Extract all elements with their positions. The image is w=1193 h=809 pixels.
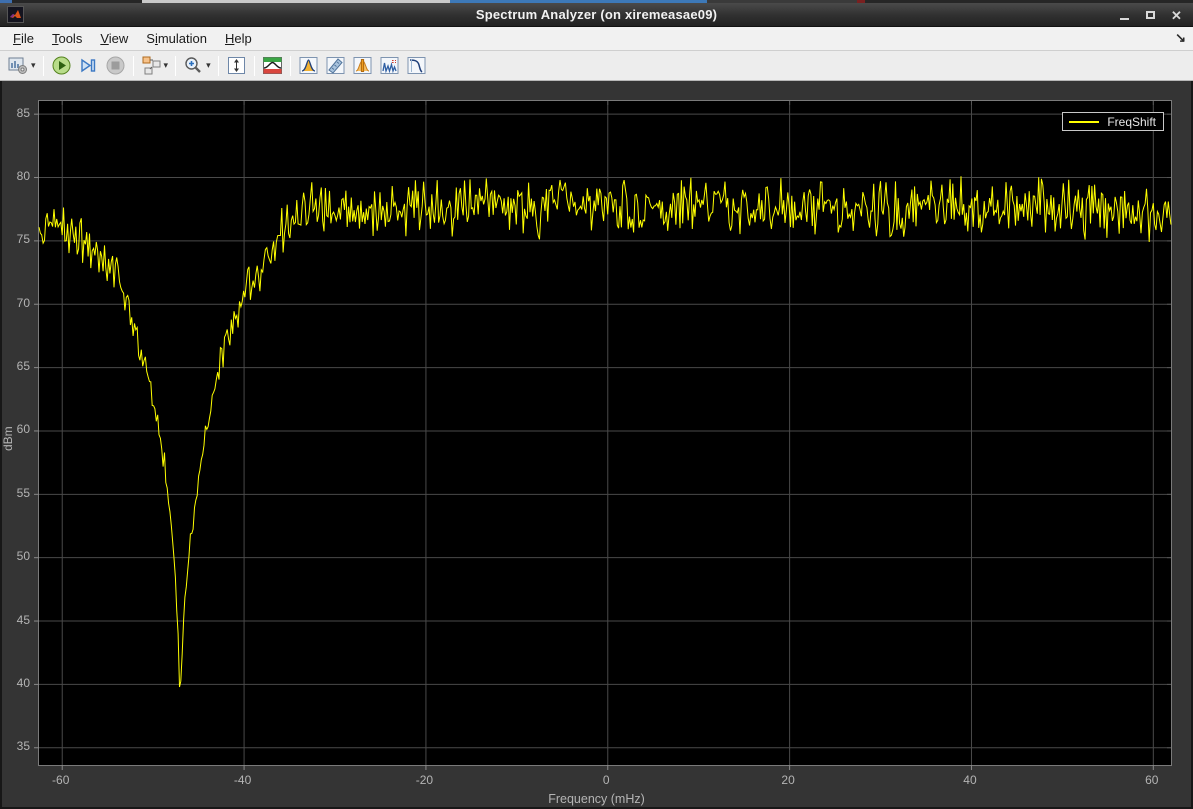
distortion-measurements-button[interactable]: [377, 53, 402, 79]
spectrum-trace: [39, 176, 1171, 687]
spectrum-settings-button[interactable]: [260, 53, 285, 79]
fit-axes-button[interactable]: [224, 53, 249, 79]
y-tick-label: 65: [2, 359, 30, 373]
configuration-icon: [8, 55, 29, 76]
y-tick-label: 60: [2, 422, 30, 436]
run-button[interactable]: [49, 53, 74, 79]
menu-item-view[interactable]: View: [91, 28, 137, 49]
menu-item-file[interactable]: File: [4, 28, 43, 49]
window-controls: ✕: [1116, 3, 1185, 27]
spectrum-analyzer-window: Spectrum Analyzer (on xiremeasae09) ✕ Fi…: [0, 0, 1193, 809]
legend[interactable]: FreqShift: [1062, 112, 1164, 131]
configuration-button[interactable]: ▾: [6, 53, 38, 79]
x-tick-label: 20: [781, 773, 794, 787]
stop-icon: [105, 55, 126, 76]
y-tick-label: 35: [2, 739, 30, 753]
x-tick-label: 0: [603, 773, 610, 787]
x-axis-label: Frequency (mHz): [2, 792, 1191, 806]
menu-item-simulation[interactable]: Simulation: [137, 28, 216, 49]
channel-measurements-icon: [352, 55, 373, 76]
dropdown-caret-icon: ▾: [31, 60, 36, 71]
stop-button[interactable]: [103, 53, 128, 79]
close-button[interactable]: ✕: [1168, 8, 1185, 23]
menu-item-tools[interactable]: Tools: [43, 28, 91, 49]
toolbar-separator: [218, 56, 219, 76]
distortion-measurements-icon: [379, 55, 400, 76]
toolbar: ▾ ▾ ▾: [0, 51, 1193, 81]
dropdown-caret-icon: ▾: [164, 60, 169, 71]
minimize-button[interactable]: [1116, 8, 1133, 23]
channel-measurements-button[interactable]: [350, 53, 375, 79]
peak-finder-button[interactable]: [296, 53, 321, 79]
minimize-icon: [1120, 18, 1129, 20]
y-tick-label: 45: [2, 613, 30, 627]
x-tick-label: 40: [963, 773, 976, 787]
figure-background: dBm FreqShift -60 -40 -20 0 20 40 60 35 40 45 50 5…: [0, 81, 1193, 809]
freqshift-trace: [39, 176, 1171, 687]
run-icon: [51, 55, 72, 76]
toolbar-separator: [43, 56, 44, 76]
zoom-in-icon: [183, 55, 204, 76]
close-icon: ✕: [1171, 9, 1182, 22]
plot-canvas: [39, 101, 1171, 765]
zoom-in-button[interactable]: ▾: [181, 53, 213, 79]
spectrum-settings-icon: [262, 55, 283, 76]
y-axis-label: dBm: [1, 437, 15, 451]
toolbar-separator: [254, 56, 255, 76]
ccdf-measurements-button[interactable]: [404, 53, 429, 79]
x-tick-label: -60: [52, 773, 69, 787]
step-forward-button[interactable]: [76, 53, 101, 79]
simulink-model-icon: [141, 55, 162, 76]
y-tick-label: 55: [2, 486, 30, 500]
toolbar-separator: [133, 56, 134, 76]
legend-series-label: FreqShift: [1107, 116, 1156, 128]
peak-finder-icon: [298, 55, 319, 76]
x-tick-label: -40: [234, 773, 251, 787]
maximize-icon: [1146, 11, 1155, 19]
maximize-button[interactable]: [1142, 8, 1159, 23]
toolbar-separator: [290, 56, 291, 76]
step-forward-icon: [78, 55, 99, 76]
x-tick-label: -20: [416, 773, 433, 787]
y-tick-label: 85: [2, 106, 30, 120]
legend-line-sample: [1069, 121, 1099, 123]
title-bar[interactable]: Spectrum Analyzer (on xiremeasae09) ✕: [0, 3, 1193, 27]
cursor-measurements-button[interactable]: [323, 53, 348, 79]
y-tick-label: 50: [2, 549, 30, 563]
dropdown-caret-icon: ▾: [206, 60, 211, 71]
ccdf-measurements-icon: [406, 55, 427, 76]
y-tick-label: 80: [2, 169, 30, 183]
simulink-model-button[interactable]: ▾: [139, 53, 171, 79]
toolbar-separator: [175, 56, 176, 76]
plot-area[interactable]: FreqShift: [38, 100, 1172, 766]
fit-axes-icon: [226, 55, 247, 76]
window-title: Spectrum Analyzer (on xiremeasae09): [0, 7, 1193, 22]
cursor-measurements-icon: [325, 55, 346, 76]
y-tick-label: 75: [2, 232, 30, 246]
menu-bar: FileToolsViewSimulationHelp ↘: [0, 27, 1193, 51]
y-tick-label: 40: [2, 676, 30, 690]
dock-icon[interactable]: ↘: [1175, 30, 1186, 46]
y-tick-label: 70: [2, 296, 30, 310]
menu-item-help[interactable]: Help: [216, 28, 261, 49]
x-tick-label: 60: [1145, 773, 1158, 787]
